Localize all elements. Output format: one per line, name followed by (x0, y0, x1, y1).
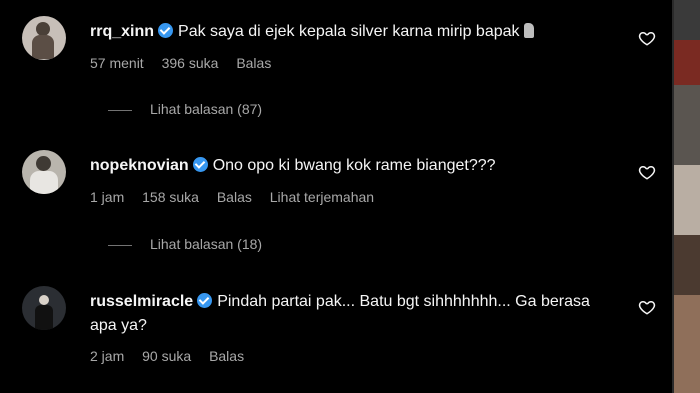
heart-icon[interactable] (638, 29, 656, 47)
reply-button[interactable]: Balas (209, 348, 244, 364)
view-replies-button[interactable]: Lihat balasan (87) (108, 101, 262, 117)
view-replies-button[interactable]: Lihat balasan (18) (108, 236, 262, 252)
comment-time: 57 menit (90, 55, 144, 71)
comment-line: nopeknovian Ono opo ki bwang kok rame bia… (90, 155, 630, 177)
comment-line: russelmiracle Pindah partai pak... Batu b… (90, 290, 610, 338)
verified-badge-icon (192, 157, 208, 172)
comment-time: 2 jam (90, 348, 125, 364)
reply-button[interactable]: Balas (236, 55, 271, 71)
translate-button[interactable]: Lihat terjemahan (270, 189, 374, 205)
verified-badge-icon (197, 293, 213, 308)
view-replies-label: Lihat balasan (18) (150, 236, 263, 252)
likes-count[interactable]: 90 suka (142, 348, 191, 364)
likes-count[interactable]: 396 suka (162, 55, 219, 71)
comment-meta: 57 menit 396 suka Balas (90, 55, 285, 71)
heart-icon[interactable] (638, 163, 656, 181)
comment-line: rrq_xinn Pak saya di ejek kepala silver k… (90, 21, 630, 43)
comments-panel: rrq_xinn Pak saya di ejek kepala silver k… (0, 0, 672, 393)
likes-count[interactable]: 158 suka (142, 189, 199, 205)
avatar[interactable] (22, 16, 66, 60)
comment-text: Pak saya di ejek kepala silver karna mir… (178, 23, 520, 40)
username[interactable]: rrq_xinn (90, 23, 154, 40)
reply-button[interactable]: Balas (217, 189, 252, 205)
avatar[interactable] (22, 286, 66, 330)
replies-divider (108, 109, 132, 111)
moai-emoji-icon (523, 23, 534, 38)
heart-icon[interactable] (638, 298, 656, 316)
comment-meta: 2 jam 90 suka Balas (90, 348, 258, 364)
avatar[interactable] (22, 150, 66, 194)
view-replies-label: Lihat balasan (87) (150, 101, 263, 117)
username[interactable]: nopeknovian (90, 157, 189, 174)
username[interactable]: russelmiracle (90, 293, 193, 310)
background-photo-strip (674, 0, 700, 393)
comment-meta: 1 jam 158 suka Balas Lihat terjemahan (90, 189, 388, 205)
comment-text: Ono opo ki bwang kok rame bianget??? (212, 157, 496, 174)
comment-time: 1 jam (90, 189, 125, 205)
replies-divider (108, 244, 132, 246)
verified-badge-icon (158, 23, 174, 38)
